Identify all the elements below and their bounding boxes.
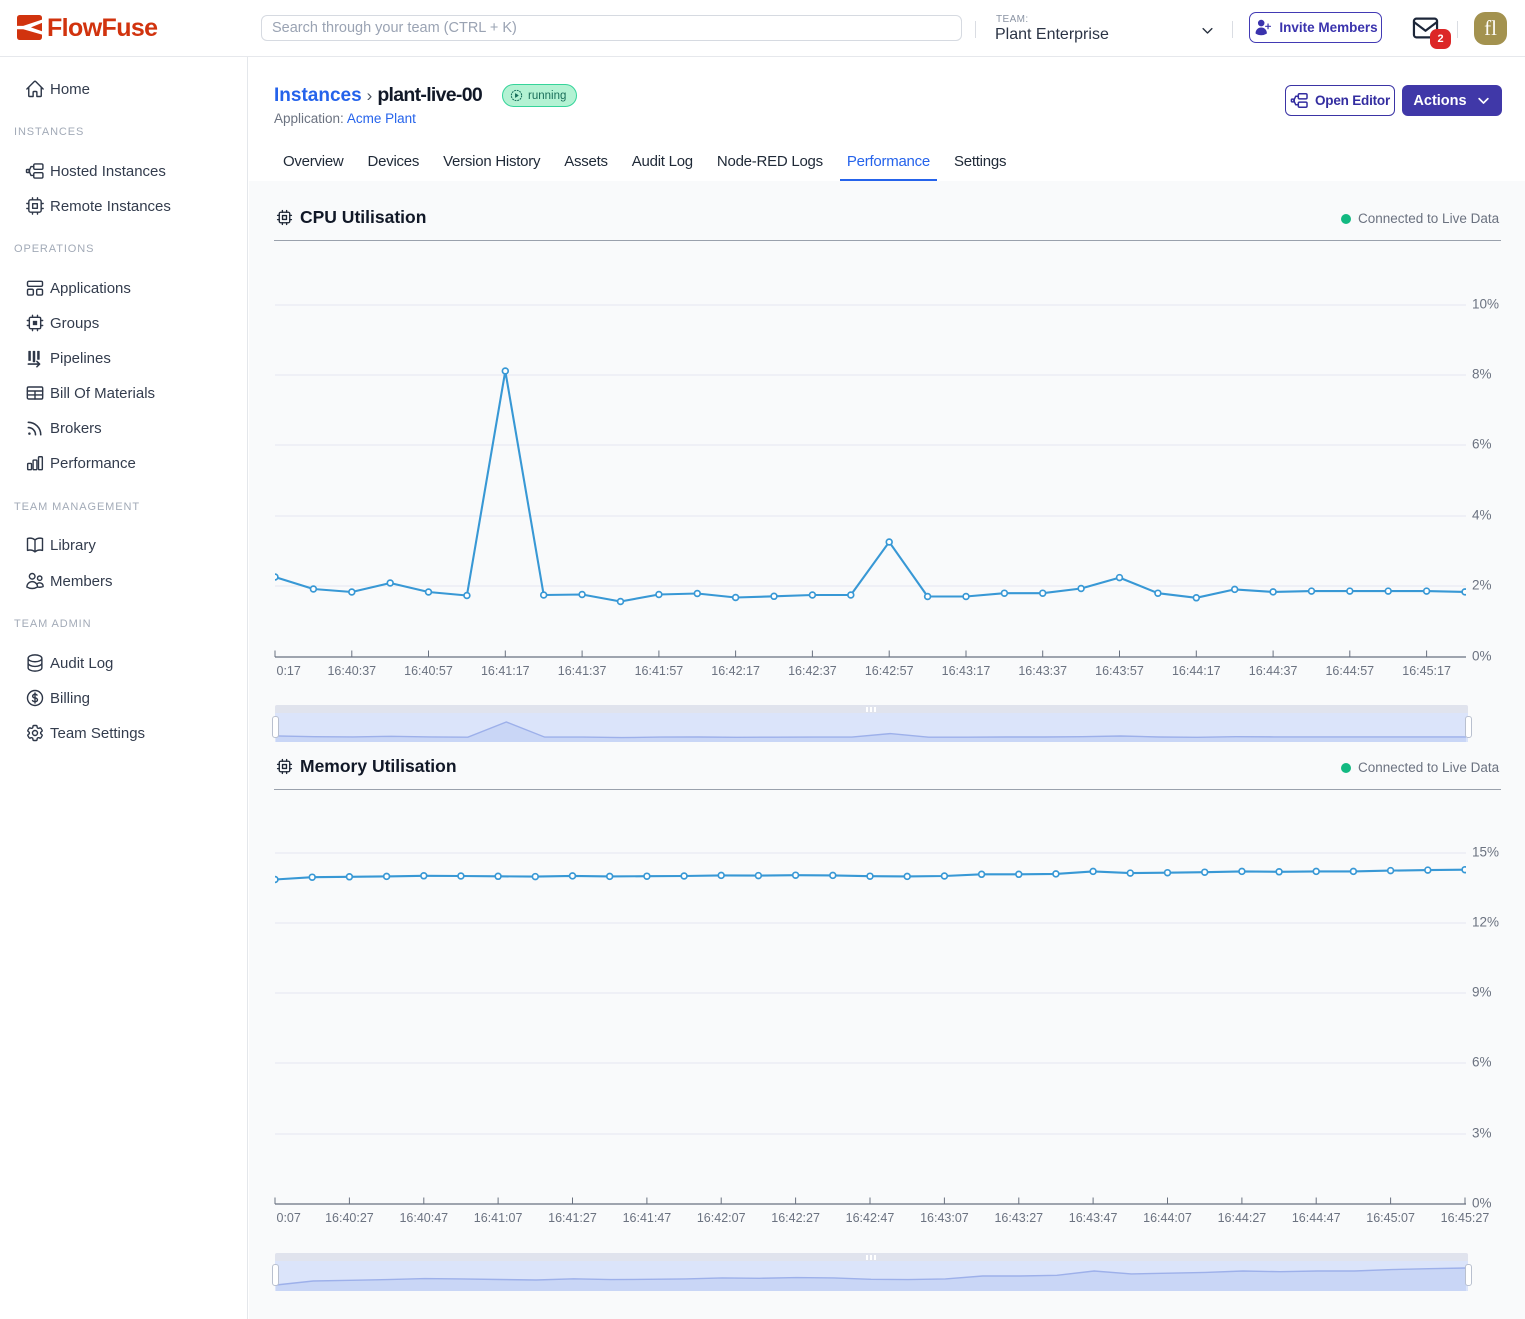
svg-text:16:43:57: 16:43:57 [1095,664,1144,678]
svg-text:16:40:57: 16:40:57 [404,664,453,678]
svg-text:16:41:47: 16:41:47 [623,1211,672,1225]
svg-text:16:42:37: 16:42:37 [788,664,837,678]
svg-text:16:40:47: 16:40:47 [399,1211,448,1225]
svg-text:4%: 4% [1472,508,1492,523]
svg-text:16:40:37: 16:40:37 [327,664,376,678]
svg-text:16:42:47: 16:42:47 [846,1211,895,1225]
svg-text:16:43:17: 16:43:17 [942,664,991,678]
svg-text:16:42:57: 16:42:57 [865,664,914,678]
svg-text:2%: 2% [1472,578,1492,593]
svg-text:10%: 10% [1472,297,1499,312]
svg-text:3%: 3% [1472,1126,1492,1141]
svg-text:16:41:37: 16:41:37 [558,664,607,678]
svg-text:16:45:17: 16:45:17 [1402,664,1451,678]
svg-text:16:41:07: 16:41:07 [474,1211,523,1225]
svg-text:16:41:27: 16:41:27 [548,1211,597,1225]
svg-text:16:44:27: 16:44:27 [1218,1211,1267,1225]
svg-text:16:43:47: 16:43:47 [1069,1211,1118,1225]
svg-text:16:43:27: 16:43:27 [994,1211,1043,1225]
svg-text:6%: 6% [1472,437,1492,452]
svg-text:16:44:17: 16:44:17 [1172,664,1221,678]
svg-text:16:45:27: 16:45:27 [1441,1211,1490,1225]
svg-text:16:42:07: 16:42:07 [697,1211,746,1225]
svg-text:6%: 6% [1472,1055,1492,1070]
svg-text:16:42:27: 16:42:27 [771,1211,820,1225]
svg-text:0%: 0% [1472,649,1492,664]
svg-text:12%: 12% [1472,915,1499,930]
svg-text:0%: 0% [1472,1196,1492,1211]
svg-text:16:45:07: 16:45:07 [1366,1211,1415,1225]
svg-text:16:44:57: 16:44:57 [1325,664,1374,678]
svg-text:16:41:17: 16:41:17 [481,664,530,678]
svg-text:16:44:47: 16:44:47 [1292,1211,1341,1225]
svg-text:16:43:37: 16:43:37 [1018,664,1067,678]
svg-text:16:40:27: 16:40:27 [325,1211,374,1225]
svg-text:16:41:57: 16:41:57 [635,664,684,678]
svg-text:0:17: 0:17 [277,664,301,678]
svg-text:16:44:37: 16:44:37 [1249,664,1298,678]
svg-text:0:07: 0:07 [277,1211,301,1225]
svg-text:16:44:07: 16:44:07 [1143,1211,1192,1225]
svg-text:16:42:17: 16:42:17 [711,664,760,678]
svg-text:8%: 8% [1472,367,1492,382]
svg-text:9%: 9% [1472,985,1492,1000]
svg-text:15%: 15% [1472,845,1499,860]
svg-text:16:43:07: 16:43:07 [920,1211,969,1225]
